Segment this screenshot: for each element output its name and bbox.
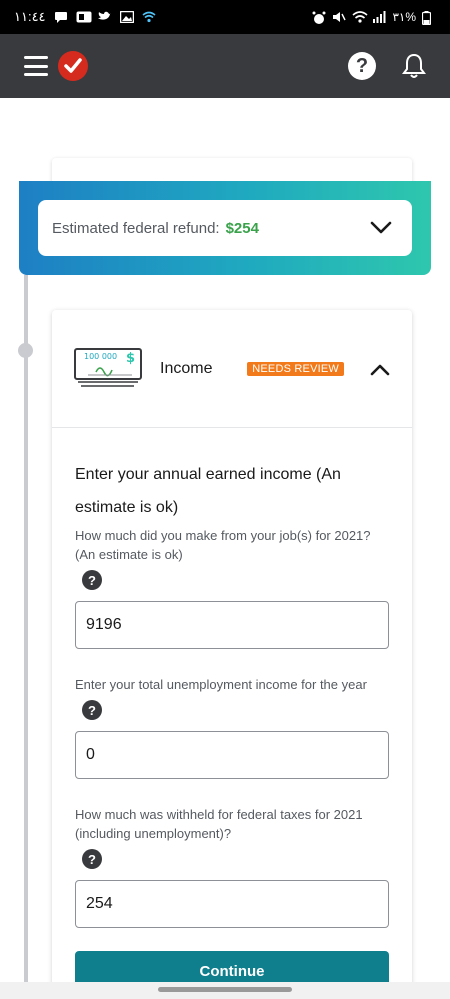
- wifi-signal-icon: [352, 11, 368, 23]
- chat-icon: [54, 11, 68, 23]
- battery-percent: ٣١%: [392, 10, 416, 24]
- alarm-icon: [312, 11, 326, 24]
- income-form: Enter your annual earned income (An esti…: [52, 428, 412, 928]
- section-title-line-2: estimate is ok): [75, 499, 179, 516]
- chevron-down-icon: [370, 221, 392, 235]
- status-time: ١١:٤٤: [14, 9, 46, 24]
- timeline-line: [24, 275, 28, 985]
- section-title: Enter your annual earned income (An esti…: [75, 458, 389, 524]
- section-title-line-1: Enter your annual earned income (An: [75, 466, 341, 483]
- withholding-help-icon[interactable]: ?: [82, 849, 102, 869]
- refund-label: Estimated federal refund:: [52, 219, 220, 237]
- home-indicator[interactable]: [158, 987, 292, 992]
- check-amount-text: 100 000: [84, 352, 117, 361]
- income-card: 100 000 $ Income NEEDS REVIEW Enter your…: [52, 310, 412, 999]
- income-card-header[interactable]: 100 000 $ Income NEEDS REVIEW: [52, 310, 412, 428]
- status-bar: ١١:٤٤ ٣١%: [0, 0, 450, 34]
- refund-amount: $254: [225, 219, 259, 237]
- battery-icon: [421, 11, 436, 26]
- app-notification-icon: [76, 11, 92, 23]
- job-income-label: How much did you make from your job(s) f…: [75, 528, 371, 562]
- hamburger-icon[interactable]: [24, 56, 48, 76]
- job-income-help-icon[interactable]: ?: [82, 570, 102, 590]
- gallery-icon: [119, 10, 134, 24]
- cell-signal-icon: [372, 11, 386, 23]
- mute-icon: [332, 11, 347, 23]
- withholding-label: How much was withheld for federal taxes …: [75, 807, 363, 841]
- twitter-icon: [97, 11, 112, 23]
- refund-summary-button[interactable]: Estimated federal refund: $254: [38, 200, 412, 256]
- chevron-up-icon[interactable]: [370, 363, 390, 375]
- checkmark-logo-icon: [58, 51, 88, 81]
- wifi-icon: [142, 11, 156, 23]
- navigation-bar: [0, 982, 450, 999]
- app-header: ?: [0, 34, 450, 98]
- unemployment-help-icon[interactable]: ?: [82, 700, 102, 720]
- job-income-field[interactable]: 9196: [75, 601, 389, 649]
- check-illustration-icon: 100 000 $: [74, 347, 142, 390]
- withholding-field[interactable]: 254: [75, 880, 389, 928]
- unemployment-label: Enter your total unemployment income for…: [75, 677, 367, 692]
- unemployment-field[interactable]: 0: [75, 731, 389, 779]
- bell-icon[interactable]: [402, 53, 426, 79]
- income-title: Income: [160, 359, 213, 377]
- help-button[interactable]: ?: [348, 52, 376, 80]
- svg-text:$: $: [126, 351, 135, 366]
- question-icon: ?: [355, 54, 369, 77]
- refund-banner: Estimated federal refund: $254: [19, 181, 431, 275]
- needs-review-badge: NEEDS REVIEW: [247, 361, 344, 376]
- timeline-dot: [18, 343, 33, 358]
